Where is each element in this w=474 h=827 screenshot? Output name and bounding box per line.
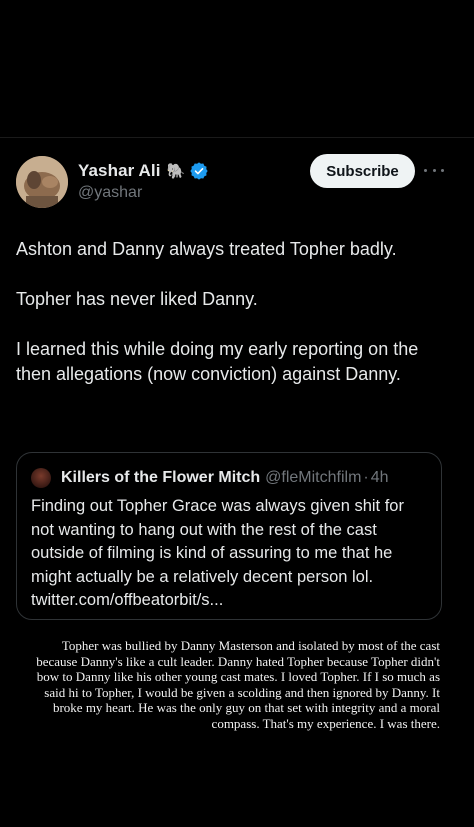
tweet-paragraph: Ashton and Danny always treated Topher b…	[16, 239, 397, 259]
verified-badge-icon[interactable]	[190, 162, 208, 180]
author-name-row: Yashar Ali 🐘	[78, 160, 208, 182]
more-dot	[432, 168, 436, 172]
tweet-header: Yashar Ali 🐘 @yashar Subscribe	[0, 148, 474, 218]
elephant-emoji: 🐘	[166, 162, 186, 180]
tweet-paragraph: I learned this while doing my early repo…	[16, 339, 419, 384]
more-dot	[441, 168, 444, 172]
quoted-avatar[interactable]	[31, 468, 51, 488]
story-top-area	[0, 0, 474, 137]
author-handle[interactable]: @yashar	[78, 184, 142, 202]
quoted-handle[interactable]: @fleMitchfilm	[265, 469, 361, 487]
more-dot	[424, 168, 427, 172]
quoted-tweet-text: Finding out Topher Grace was always give…	[31, 497, 404, 609]
avatar[interactable]	[16, 156, 68, 208]
more-options-icon[interactable]	[424, 160, 444, 180]
quoted-tweet-header: Killers of the Flower Mitch @fleMitchfil…	[31, 467, 389, 489]
story-caption: Topher was bullied by Danny Masterson an…	[36, 638, 440, 731]
quoted-display-name[interactable]: Killers of the Flower Mitch	[61, 469, 260, 487]
subscribe-button[interactable]: Subscribe	[310, 154, 415, 188]
quoted-separator: ·	[363, 469, 369, 486]
quoted-tweet-card[interactable]: Killers of the Flower Mitch @fleMitchfil…	[16, 452, 442, 620]
quoted-timestamp[interactable]: 4h	[371, 469, 389, 487]
avatar-image	[16, 156, 68, 208]
divider	[0, 137, 474, 138]
tweet-body: Ashton and Danny always treated Topher b…	[16, 237, 456, 412]
tweet-paragraph: Topher has never liked Danny.	[16, 289, 258, 309]
author-display-name[interactable]: Yashar Ali	[78, 161, 161, 181]
